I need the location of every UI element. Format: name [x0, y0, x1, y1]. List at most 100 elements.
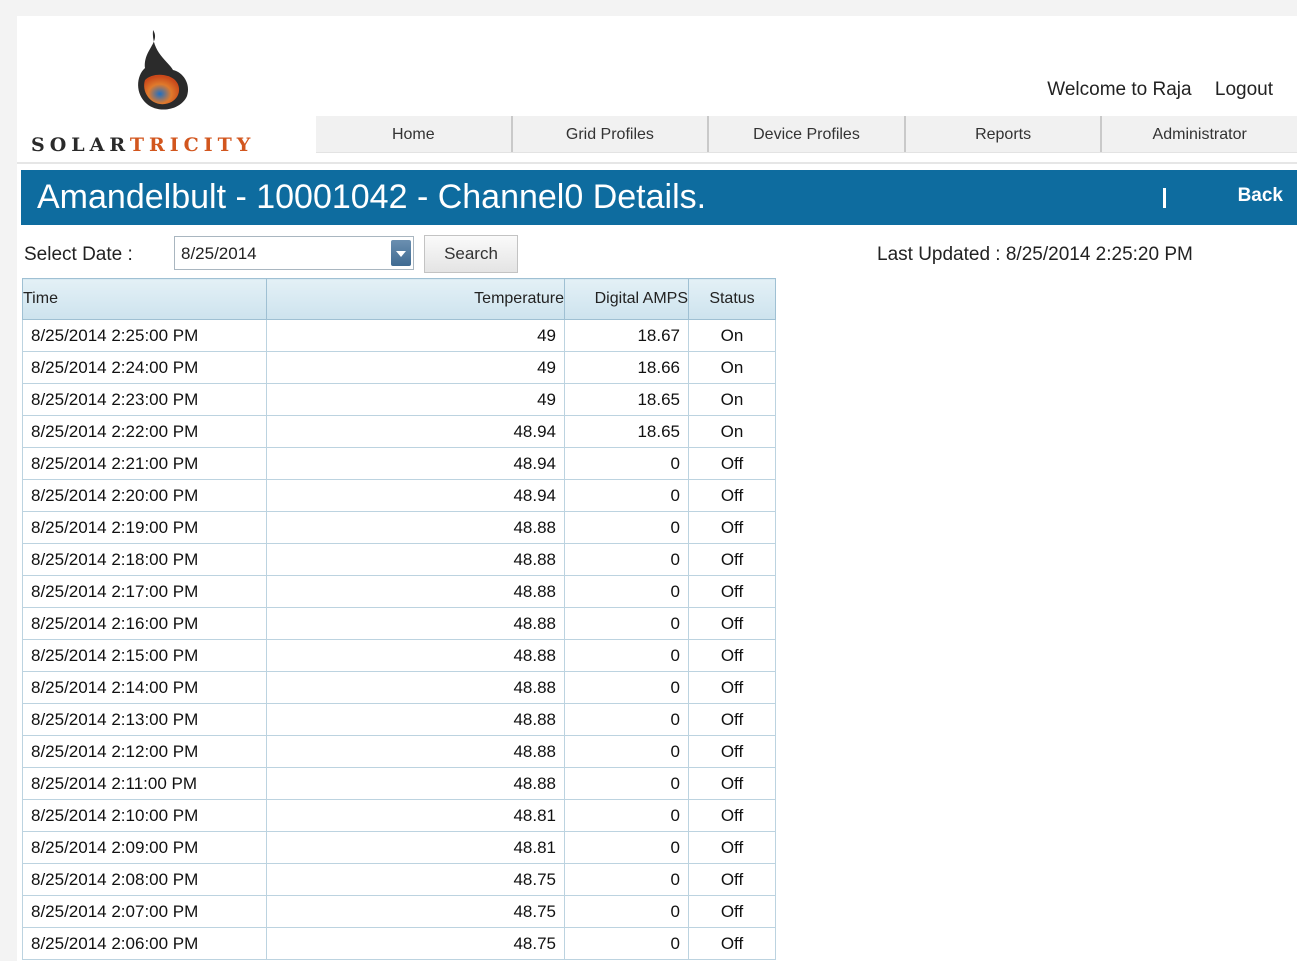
cell-digital-amps: 0: [564, 447, 689, 480]
cell-digital-amps: 0: [564, 895, 689, 928]
cell-time: 8/25/2014 2:14:00 PM: [22, 671, 267, 704]
nav-administrator[interactable]: Administrator: [1102, 116, 1297, 152]
table-row[interactable]: 8/25/2014 2:06:00 PM 48.75 0 Off: [22, 927, 776, 960]
solartricity-logo[interactable]: SolarTricity: [31, 28, 291, 156]
table-row[interactable]: 8/25/2014 2:19:00 PM 48.88 0 Off: [22, 511, 776, 544]
cell-digital-amps: 0: [564, 735, 689, 768]
cell-time: 8/25/2014 2:15:00 PM: [22, 639, 267, 672]
cell-digital-amps: 18.66: [564, 351, 689, 384]
cell-status: Off: [688, 479, 776, 512]
nav-reports[interactable]: Reports: [906, 116, 1103, 152]
table-row[interactable]: 8/25/2014 2:20:00 PM 48.94 0 Off: [22, 479, 776, 512]
table-header-row: Time Temperature Digital AMPS Status: [22, 278, 776, 320]
flame-logo-icon: [138, 30, 189, 110]
cell-digital-amps: 0: [564, 799, 689, 832]
table-row[interactable]: 8/25/2014 2:08:00 PM 48.75 0 Off: [22, 863, 776, 896]
table-row[interactable]: 8/25/2014 2:18:00 PM 48.88 0 Off: [22, 543, 776, 576]
cell-status: Off: [688, 863, 776, 896]
cell-status: Off: [688, 895, 776, 928]
table-row[interactable]: 8/25/2014 2:21:00 PM 48.94 0 Off: [22, 447, 776, 480]
table-row[interactable]: 8/25/2014 2:24:00 PM 49 18.66 On: [22, 351, 776, 384]
cell-status: Off: [688, 511, 776, 544]
column-header-temperature[interactable]: Temperature: [266, 278, 565, 320]
table-row[interactable]: 8/25/2014 2:10:00 PM 48.81 0 Off: [22, 799, 776, 832]
cell-time: 8/25/2014 2:10:00 PM: [22, 799, 267, 832]
cell-time: 8/25/2014 2:22:00 PM: [22, 415, 267, 448]
cell-digital-amps: 0: [564, 575, 689, 608]
table-row[interactable]: 8/25/2014 2:14:00 PM 48.88 0 Off: [22, 671, 776, 704]
cell-digital-amps: 0: [564, 671, 689, 704]
cell-time: 8/25/2014 2:11:00 PM: [22, 767, 267, 800]
cell-status: On: [688, 383, 776, 416]
cell-status: On: [688, 319, 776, 352]
logout-link[interactable]: Logout: [1215, 79, 1273, 100]
nav-device-profiles[interactable]: Device Profiles: [709, 116, 906, 152]
page: SolarTricity Welcome to Raja Logout Home…: [17, 16, 1297, 961]
cell-temperature: 48.81: [266, 799, 565, 832]
channel-details-table: Time Temperature Digital AMPS Status 8/2…: [22, 278, 776, 960]
last-updated-text: Last Updated : 8/25/2014 2:25:20 PM: [877, 244, 1193, 265]
search-button[interactable]: Search: [424, 235, 518, 273]
cell-time: 8/25/2014 2:19:00 PM: [22, 511, 267, 544]
column-header-digital-amps[interactable]: Digital AMPS: [564, 278, 689, 320]
cell-temperature: 48.94: [266, 479, 565, 512]
title-separator: [1163, 188, 1166, 208]
column-header-status[interactable]: Status: [688, 278, 776, 320]
user-area: Welcome to Raja Logout: [1029, 79, 1273, 101]
cell-temperature: 48.88: [266, 735, 565, 768]
cell-time: 8/25/2014 2:21:00 PM: [22, 447, 267, 480]
cell-temperature: 48.88: [266, 639, 565, 672]
cell-temperature: 48.88: [266, 671, 565, 704]
cell-temperature: 48.88: [266, 607, 565, 640]
cell-temperature: 49: [266, 319, 565, 352]
table-row[interactable]: 8/25/2014 2:22:00 PM 48.94 18.65 On: [22, 415, 776, 448]
date-picker[interactable]: [174, 236, 414, 270]
table-row[interactable]: 8/25/2014 2:09:00 PM 48.81 0 Off: [22, 831, 776, 864]
table-row[interactable]: 8/25/2014 2:07:00 PM 48.75 0 Off: [22, 895, 776, 928]
cell-temperature: 48.75: [266, 927, 565, 960]
main-nav: Home Grid Profiles Device Profiles Repor…: [316, 116, 1297, 153]
chevron-down-icon[interactable]: [391, 240, 411, 266]
date-input[interactable]: [179, 243, 383, 265]
table-row[interactable]: 8/25/2014 2:12:00 PM 48.88 0 Off: [22, 735, 776, 768]
cell-temperature: 49: [266, 383, 565, 416]
select-date-label: Select Date :: [24, 244, 133, 265]
cell-time: 8/25/2014 2:16:00 PM: [22, 607, 267, 640]
cell-status: Off: [688, 927, 776, 960]
cell-temperature: 48.88: [266, 703, 565, 736]
table-row[interactable]: 8/25/2014 2:13:00 PM 48.88 0 Off: [22, 703, 776, 736]
cell-time: 8/25/2014 2:09:00 PM: [22, 831, 267, 864]
table-row[interactable]: 8/25/2014 2:17:00 PM 48.88 0 Off: [22, 575, 776, 608]
cell-digital-amps: 0: [564, 831, 689, 864]
cell-status: Off: [688, 575, 776, 608]
cell-digital-amps: 0: [564, 607, 689, 640]
cell-digital-amps: 18.65: [564, 415, 689, 448]
table-row[interactable]: 8/25/2014 2:16:00 PM 48.88 0 Off: [22, 607, 776, 640]
cell-digital-amps: 18.65: [564, 383, 689, 416]
cell-time: 8/25/2014 2:08:00 PM: [22, 863, 267, 896]
nav-home[interactable]: Home: [316, 116, 513, 152]
cell-time: 8/25/2014 2:25:00 PM: [22, 319, 267, 352]
table-row[interactable]: 8/25/2014 2:15:00 PM 48.88 0 Off: [22, 639, 776, 672]
cell-status: Off: [688, 447, 776, 480]
nav-grid-profiles[interactable]: Grid Profiles: [513, 116, 710, 152]
cell-time: 8/25/2014 2:07:00 PM: [22, 895, 267, 928]
cell-status: Off: [688, 671, 776, 704]
column-header-time[interactable]: Time: [22, 278, 267, 320]
cell-time: 8/25/2014 2:23:00 PM: [22, 383, 267, 416]
back-link[interactable]: Back: [1238, 185, 1283, 207]
welcome-text: Welcome to Raja: [1047, 79, 1192, 100]
cell-time: 8/25/2014 2:20:00 PM: [22, 479, 267, 512]
brand-part-1: Solar: [31, 134, 130, 156]
cell-digital-amps: 0: [564, 543, 689, 576]
table-row[interactable]: 8/25/2014 2:11:00 PM 48.88 0 Off: [22, 767, 776, 800]
cell-status: Off: [688, 607, 776, 640]
cell-time: 8/25/2014 2:12:00 PM: [22, 735, 267, 768]
cell-status: Off: [688, 831, 776, 864]
table-row[interactable]: 8/25/2014 2:23:00 PM 49 18.65 On: [22, 383, 776, 416]
cell-time: 8/25/2014 2:06:00 PM: [22, 927, 267, 960]
cell-temperature: 48.88: [266, 575, 565, 608]
cell-status: Off: [688, 767, 776, 800]
table-row[interactable]: 8/25/2014 2:25:00 PM 49 18.67 On: [22, 319, 776, 352]
cell-temperature: 48.81: [266, 831, 565, 864]
